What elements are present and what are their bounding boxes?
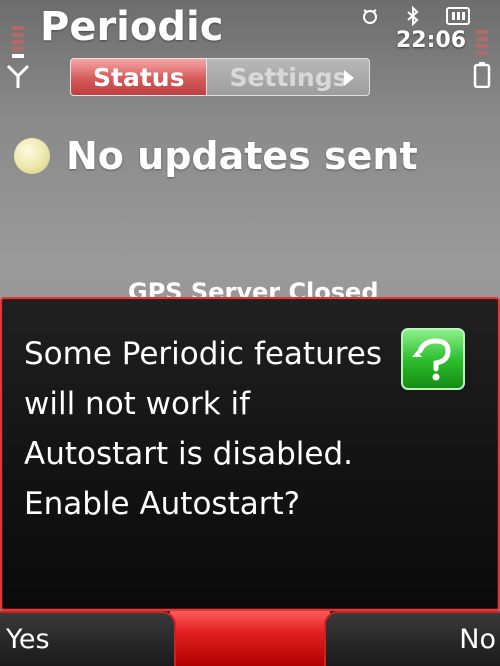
no-button[interactable]: No [324, 611, 500, 666]
keypad-icon [446, 7, 470, 25]
status-indicator-icon [14, 138, 50, 174]
alarm-icon [363, 9, 377, 24]
update-status: No updates sent [14, 134, 418, 178]
yes-button[interactable]: Yes [0, 611, 176, 666]
confirmation-dialog: Some Periodic features will not work if … [0, 297, 500, 611]
tab-status[interactable]: Status [70, 58, 208, 96]
top-icons [360, 4, 470, 28]
softkey-bar: Yes No [0, 611, 500, 666]
status-bar: Periodic 22:06 Status Settings [0, 0, 500, 120]
status-text: No updates sent [66, 134, 418, 178]
softkey-center[interactable] [170, 611, 330, 666]
tab-bar: Status Settings [70, 58, 371, 98]
bluetooth-icon [407, 6, 419, 26]
app-title: Periodic [40, 4, 224, 50]
chevron-right-icon[interactable] [342, 68, 356, 88]
battery-icon [473, 30, 491, 88]
dialog-message: Some Periodic features will not work if … [24, 336, 383, 522]
query-icon [401, 328, 465, 390]
clock: 22:06 [395, 28, 466, 53]
signal-icon [6, 26, 30, 88]
